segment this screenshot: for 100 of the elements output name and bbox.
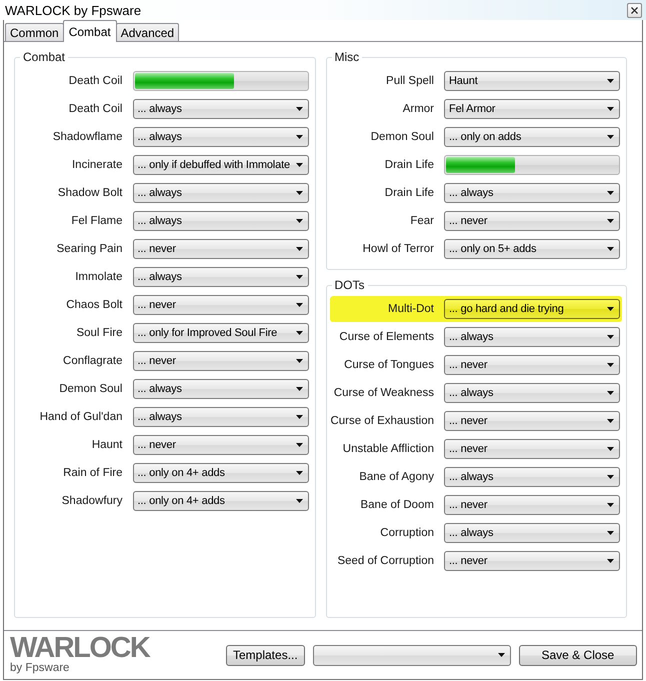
setting-label: Shadowflame [52,131,122,143]
dropdown[interactable]: ... always [444,327,620,347]
caret-icon [296,415,302,419]
tab[interactable]: Combat [62,20,117,42]
setting-label: Demon Soul [59,383,122,395]
footer-button[interactable]: Templates... [226,644,305,666]
dropdown[interactable]: ... never [444,211,620,231]
caret-icon [607,135,614,139]
caret-icon [607,107,614,111]
setting-label: Multi-Dot [388,303,434,315]
dropdown[interactable]: ... always [444,383,620,403]
setting-label: Demon Soul [370,131,434,143]
setting-label: Fear [410,215,434,227]
caret-icon [296,499,302,503]
tab[interactable]: Common [5,23,64,42]
caret-icon [607,247,614,251]
caret-icon [607,503,614,507]
group-title: DOTs [334,278,366,292]
setting-label: Howl of Terror [362,243,434,255]
dropdown[interactable]: ... always [444,183,620,203]
caret-icon [607,419,614,423]
setting-label: Rain of Fire [63,467,122,479]
caret-icon [296,247,302,251]
setting-label: Soul Fire [76,327,122,339]
setting-label: Searing Pain [56,243,122,255]
dropdown[interactable]: ... never [444,495,620,515]
dropdown[interactable]: ... always [132,379,308,399]
dropdown[interactable]: ... only on 5+ adds [444,239,620,259]
setting-label: Shadow Bolt [58,187,122,199]
dropdown[interactable]: ... always [444,523,620,543]
caret-icon [296,219,302,223]
setting-label: Fel Flame [71,215,122,227]
footer-button[interactable]: Save & Close [518,644,637,666]
caret-icon [296,387,302,391]
dropdown[interactable]: ... always [132,211,308,231]
tab[interactable]: Advanced [116,23,180,42]
dropdown[interactable]: ... always [132,127,308,147]
dropdown[interactable]: ... go hard and die trying [444,299,620,319]
setting-label: Seed of Corruption [337,555,434,567]
slider-track[interactable] [132,71,308,91]
setting-label: Shadowfury [62,495,122,507]
setting-label: Curse of Elements [339,331,434,343]
caret-icon [607,307,614,311]
dropdown[interactable]: ... never [444,355,620,375]
setting-label: Pull Spell [386,75,434,87]
dropdown[interactable]: ... never [132,351,308,371]
caret-icon [296,471,302,475]
caret-icon [607,447,614,451]
caret-icon [296,275,302,279]
caret-icon [607,335,614,339]
setting-label: Hand of Gul'dan [40,411,122,423]
dropdown[interactable]: ... never [132,435,308,455]
caret-icon [296,303,302,307]
dropdown[interactable]: ... only on 4+ adds [132,491,308,511]
close-button[interactable] [627,2,642,18]
group-title: Combat [22,50,66,64]
setting-label: Drain Life [384,159,434,171]
dropdown[interactable]: ... only on 4+ adds [132,463,308,483]
setting-label: Chaos Bolt [66,299,122,311]
setting-label: Incinerate [72,159,122,171]
dropdown[interactable]: ... only if debuffed with Immolate [132,155,308,175]
caret-icon [607,191,614,195]
dropdown[interactable]: ... only for Improved Soul Fire [132,323,308,343]
caret-icon [296,331,302,335]
dropdown[interactable]: ... never [444,439,620,459]
dropdown[interactable]: ... always [132,267,308,287]
caret-icon [296,163,302,167]
caret-icon [607,391,614,395]
setting-label: Corruption [380,527,434,539]
dropdown[interactable]: ... never [444,551,620,571]
setting-label: Haunt [92,439,122,451]
slider-track[interactable] [444,155,620,175]
dropdown[interactable]: ... never [132,239,308,259]
caret-icon [296,359,302,363]
window-title: WARLOCK by Fpsware [5,2,142,18]
dropdown[interactable]: ... always [132,183,308,203]
dropdown[interactable]: ... always [444,467,620,487]
dropdown[interactable]: ... only on adds [444,127,620,147]
dropdown[interactable]: ... always [132,99,308,119]
caret-icon [607,475,614,479]
dropdown[interactable]: ... never [132,295,308,315]
template-dropdown[interactable] [312,644,511,666]
setting-label: Unstable Affliction [342,443,434,455]
dropdown[interactable]: ... never [444,411,620,431]
caret-icon [498,653,505,657]
setting-label: Death Coil [68,75,122,87]
caret-icon [607,219,614,223]
caret-icon [296,107,302,111]
dropdown[interactable]: Fel Armor [444,99,620,119]
setting-label: Drain Life [384,187,434,199]
dropdown[interactable]: Haunt [444,71,620,91]
caret-icon [296,443,302,447]
caret-icon [607,363,614,367]
logo-text: WARLOCK [10,635,150,662]
caret-icon [607,79,614,83]
setting-label: Bane of Doom [360,499,434,511]
setting-label: Immolate [75,271,122,283]
close-icon [631,6,638,14]
setting-label: Bane of Agony [359,471,434,483]
dropdown[interactable]: ... always [132,407,308,427]
